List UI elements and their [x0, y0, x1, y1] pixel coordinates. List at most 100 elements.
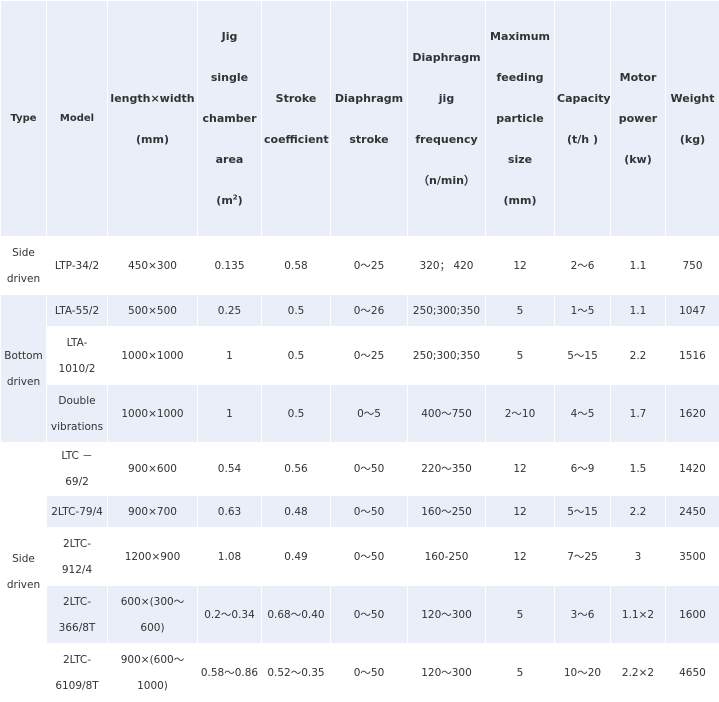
cell-stroke: 0～50 [331, 443, 408, 496]
cell-stroke: 0～25 [331, 327, 408, 385]
cell-area: 0.25 [198, 295, 262, 327]
cell-feed: 5 [486, 327, 555, 385]
header-capacity: Capacity(t/h ) [555, 1, 611, 237]
cell-size: 900×600 [108, 443, 198, 496]
cell-coef: 0.48 [262, 496, 331, 528]
cell-stroke: 0～25 [331, 237, 408, 295]
header-model: Model [47, 1, 108, 237]
cell-coef: 0.52～0.35 [262, 644, 331, 702]
group-bottom-driven: Bottomdriven [1, 295, 47, 443]
cell-power: 1.5 [611, 443, 666, 496]
header-type: Type [1, 1, 47, 237]
cell-stroke: 0～50 [331, 586, 408, 644]
cell-model: LTA-1010/2 [47, 327, 108, 385]
cell-feed: 5 [486, 295, 555, 327]
header-jig-area: Jigsinglechamberarea(m2) [198, 1, 262, 237]
cell-capacity: 5～15 [555, 496, 611, 528]
cell-coef: 0.68～0.40 [262, 586, 331, 644]
header-row: Type Model length×width(mm) Jigsinglecha… [1, 1, 719, 237]
cell-model: 2LTC-6109/8T [47, 644, 108, 702]
cell-capacity: 10～20 [555, 644, 611, 702]
cell-size: 450×300 [108, 237, 198, 295]
cell-model: 2LTC-79/4 [47, 496, 108, 528]
table-row: 2LTC-366/8T 600×(300～600) 0.2～0.34 0.68～… [1, 586, 719, 644]
cell-feed: 5 [486, 644, 555, 702]
cell-feed: 12 [486, 496, 555, 528]
cell-capacity: 2～6 [555, 237, 611, 295]
cell-power: 1.7 [611, 385, 666, 443]
cell-size: 500×500 [108, 295, 198, 327]
cell-area: 1 [198, 385, 262, 443]
cell-freq: 120～300 [408, 644, 486, 702]
cell-stroke: 0～50 [331, 528, 408, 586]
cell-feed: 2～10 [486, 385, 555, 443]
cell-model: LTC － 69/2 [47, 443, 108, 496]
cell-capacity: 4～5 [555, 385, 611, 443]
group-side-driven-top: Sidedriven [1, 237, 47, 295]
cell-capacity: 3～6 [555, 586, 611, 644]
cell-power: 3 [611, 528, 666, 586]
header-length-width: length×width(mm) [108, 1, 198, 237]
cell-weight: 3500 [666, 528, 719, 586]
cell-size: 900×700 [108, 496, 198, 528]
cell-power: 2.2×2 [611, 644, 666, 702]
cell-size: 900×(600～1000) [108, 644, 198, 702]
table-row: LTA-1010/2 1000×1000 1 0.5 0～25 250;300;… [1, 327, 719, 385]
cell-model: 2LTC-366/8T [47, 586, 108, 644]
cell-power: 2.2 [611, 496, 666, 528]
cell-model: Doublevibrations [47, 385, 108, 443]
table-row: Sidedriven LTP-34/2 450×300 0.135 0.58 0… [1, 237, 719, 295]
cell-weight: 1620 [666, 385, 719, 443]
cell-model: 2LTC-912/4 [47, 528, 108, 586]
cell-model: LTP-34/2 [47, 237, 108, 295]
cell-power: 1.1 [611, 237, 666, 295]
cell-feed: 12 [486, 443, 555, 496]
cell-model: LTA-55/2 [47, 295, 108, 327]
cell-weight: 750 [666, 237, 719, 295]
header-weight: Weight(kg) [666, 1, 719, 237]
cell-capacity: 1～5 [555, 295, 611, 327]
cell-area: 0.58～0.86 [198, 644, 262, 702]
cell-weight: 1516 [666, 327, 719, 385]
cell-capacity: 5～15 [555, 327, 611, 385]
cell-power: 1.1×2 [611, 586, 666, 644]
cell-stroke: 0～50 [331, 644, 408, 702]
header-motor-power: Motorpower(kw) [611, 1, 666, 237]
table-row: Bottomdriven LTA-55/2 500×500 0.25 0.5 0… [1, 295, 719, 327]
table-row: Doublevibrations 1000×1000 1 0.5 0～5 400… [1, 385, 719, 443]
cell-weight: 4650 [666, 644, 719, 702]
table-row: Sidedriven LTC － 69/2 900×600 0.54 0.56 … [1, 443, 719, 496]
cell-weight: 1600 [666, 586, 719, 644]
cell-area: 1 [198, 327, 262, 385]
table-row: 2LTC-912/4 1200×900 1.08 0.49 0～50 160-2… [1, 528, 719, 586]
jig-spec-table: Type Model length×width(mm) Jigsinglecha… [0, 0, 719, 702]
header-max-feed-size: Maximumfeedingparticlesize(mm) [486, 1, 555, 237]
cell-coef: 0.56 [262, 443, 331, 496]
cell-coef: 0.5 [262, 295, 331, 327]
cell-freq: 400～750 [408, 385, 486, 443]
cell-freq: 160-250 [408, 528, 486, 586]
cell-freq: 320； 420 [408, 237, 486, 295]
cell-size: 600×(300～600) [108, 586, 198, 644]
cell-capacity: 6～9 [555, 443, 611, 496]
cell-stroke: 0～50 [331, 496, 408, 528]
cell-power: 1.1 [611, 295, 666, 327]
cell-coef: 0.5 [262, 385, 331, 443]
header-diaphragm-stroke: Diaphragmstroke [331, 1, 408, 237]
table-row: 2LTC-6109/8T 900×(600～1000) 0.58～0.86 0.… [1, 644, 719, 702]
header-stroke-coefficient: Strokecoefficient [262, 1, 331, 237]
cell-area: 0.2～0.34 [198, 586, 262, 644]
cell-coef: 0.5 [262, 327, 331, 385]
cell-weight: 1047 [666, 295, 719, 327]
cell-freq: 220～350 [408, 443, 486, 496]
cell-coef: 0.49 [262, 528, 331, 586]
cell-size: 1000×1000 [108, 327, 198, 385]
cell-area: 1.08 [198, 528, 262, 586]
cell-freq: 250;300;350 [408, 327, 486, 385]
cell-size: 1000×1000 [108, 385, 198, 443]
cell-freq: 120～300 [408, 586, 486, 644]
cell-feed: 12 [486, 528, 555, 586]
cell-freq: 160～250 [408, 496, 486, 528]
table-row: 2LTC-79/4 900×700 0.63 0.48 0～50 160～250… [1, 496, 719, 528]
cell-area: 0.63 [198, 496, 262, 528]
